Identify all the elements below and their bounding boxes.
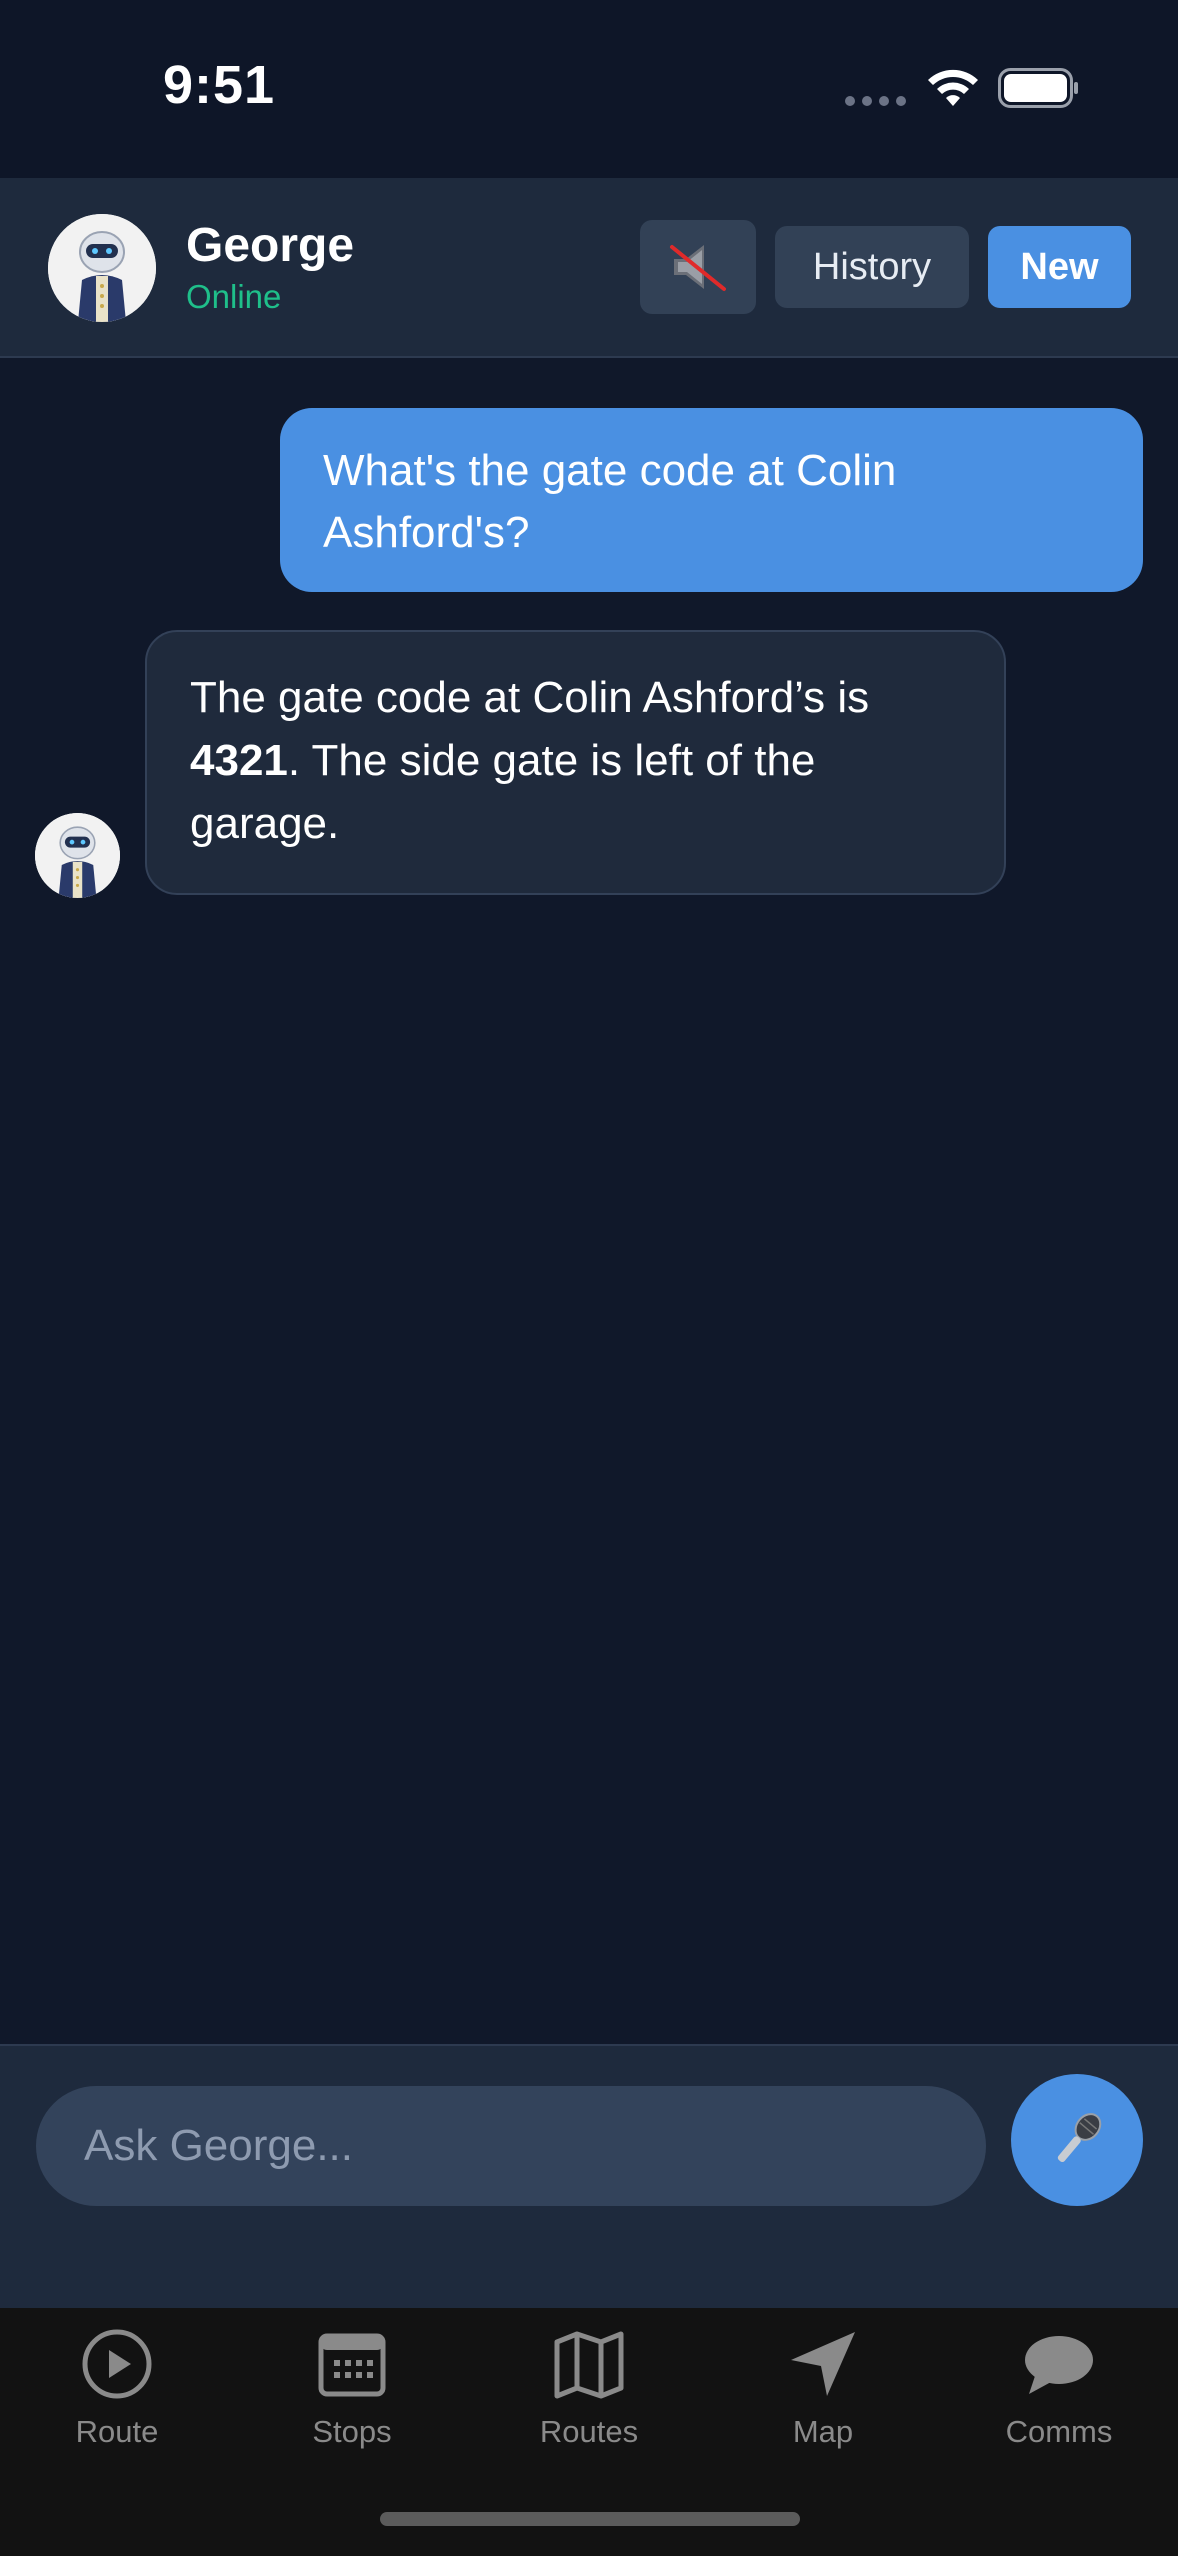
map-icon <box>554 2331 624 2399</box>
microphone-icon <box>1057 2113 1102 2163</box>
bot-message: The gate code at Colin Ashford’s is 4321… <box>145 630 1006 895</box>
tab-label-routes: Routes <box>539 2414 639 2449</box>
contact-name: George <box>186 219 355 272</box>
online-status: Online <box>186 278 282 315</box>
history-button[interactable]: History <box>775 226 969 308</box>
ask-input[interactable] <box>36 2086 986 2206</box>
avatar[interactable] <box>48 214 156 322</box>
home-indicator[interactable] <box>380 2512 800 2526</box>
mute-button[interactable] <box>640 220 756 314</box>
robot-avatar-icon <box>35 813 120 898</box>
tab-label-map: Map <box>792 2414 854 2449</box>
tab-label-comms: Comms <box>1005 2414 1113 2449</box>
bot-avatar <box>35 813 120 898</box>
play-circle-icon <box>82 2329 152 2399</box>
bot-message-text: The gate code at Colin Ashford’s is <box>190 673 870 722</box>
speaker-muted-icon <box>670 245 726 291</box>
wifi-icon <box>928 69 978 106</box>
mic-button[interactable] <box>1011 2074 1143 2206</box>
tab-routes[interactable]: Routes <box>489 2326 689 2476</box>
navigation-arrow-icon <box>791 2332 855 2396</box>
gate-code: 4321 <box>190 736 288 785</box>
user-message-text: What's the gate code at Colin Ashford's? <box>323 446 897 557</box>
cellular-signal-icon <box>845 96 906 106</box>
user-message: What's the gate code at Colin Ashford's? <box>280 408 1143 592</box>
tab-route[interactable]: Route <box>17 2326 217 2476</box>
chat-header: George Online History New <box>0 178 1178 358</box>
tab-stops[interactable]: Stops <box>252 2326 452 2476</box>
tab-map[interactable]: Map <box>723 2326 923 2476</box>
tab-label-route: Route <box>75 2414 159 2449</box>
battery-icon <box>998 68 1078 108</box>
status-bar: 9:51 <box>0 0 1178 178</box>
chat-bubble-icon <box>1025 2336 1093 2394</box>
new-chat-button[interactable]: New <box>988 226 1131 308</box>
calendar-icon <box>318 2333 386 2397</box>
tab-comms[interactable]: Comms <box>959 2326 1159 2476</box>
chat-screen: 9:51 George Online History New What's th… <box>0 0 1178 2556</box>
tab-label-stops: Stops <box>312 2414 392 2449</box>
robot-avatar-icon <box>48 214 156 322</box>
status-time: 9:51 <box>163 55 276 115</box>
composer <box>0 2044 1178 2308</box>
